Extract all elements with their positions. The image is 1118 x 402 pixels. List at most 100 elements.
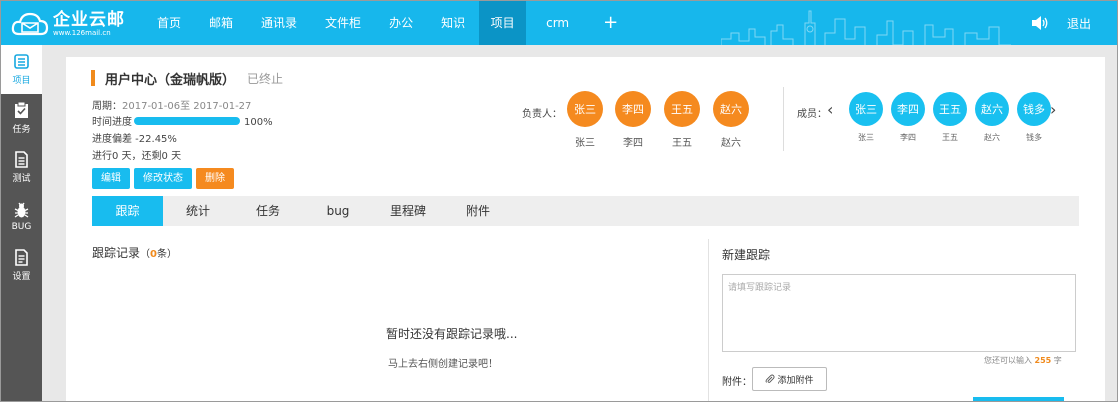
project-tabs: 跟踪 统计 任务 bug 里程碑 附件	[92, 196, 1079, 226]
owner-name: 王五	[672, 138, 692, 149]
project-icon	[14, 54, 29, 69]
nav-project[interactable]: 项目	[479, 1, 527, 45]
member-name: 王五	[942, 133, 958, 142]
member-avatar[interactable]: 李四	[891, 92, 925, 126]
owner-avatar[interactable]: 王五	[664, 91, 700, 127]
owner-name: 李四	[623, 138, 643, 149]
nav-add-button[interactable]: +	[589, 1, 632, 45]
city-skyline-decoration	[721, 10, 1011, 45]
sidebar-item-label: 测试	[12, 174, 31, 184]
nav-knowledge[interactable]: 知识	[427, 1, 479, 45]
owner-avatar[interactable]: 张三	[567, 91, 603, 127]
nav-home[interactable]: 首页	[143, 1, 195, 45]
sidebar-item-task[interactable]: 任务	[1, 94, 42, 143]
member-avatar[interactable]: 王五	[933, 92, 967, 126]
delete-button[interactable]: 删除	[196, 168, 234, 189]
nav-office[interactable]: 办公	[375, 1, 427, 45]
member-name: 张三	[858, 133, 874, 142]
count-close: 条）	[156, 249, 177, 260]
task-clipboard-icon	[15, 102, 28, 118]
top-right-controls: 退出	[1031, 1, 1091, 45]
project-days: 进行0 天，还剩0 天	[92, 151, 182, 162]
volume-icon[interactable]	[1031, 15, 1049, 31]
period-value: 2017-01-06至 2017-01-27	[122, 101, 252, 112]
sidebar-item-label: 设置	[12, 272, 31, 282]
tracking-records-title: 跟踪记录（0条）	[92, 244, 177, 261]
member-avatar[interactable]: 钱多	[1017, 92, 1051, 126]
project-period: 周期：2017-01-06至 2017-01-27	[92, 97, 251, 112]
tab-tracking[interactable]: 跟踪	[92, 196, 163, 226]
logout-link[interactable]: 退出	[1067, 15, 1091, 32]
mail-cloud-icon	[11, 12, 49, 36]
app-window: 企业云邮 www.126mail.cn 首页 邮箱 通讯录 文件柜 办公 知识 …	[0, 0, 1118, 402]
sidebar-item-label: 任务	[12, 125, 31, 135]
tracking-record-input[interactable]	[722, 274, 1076, 352]
tab-statistics[interactable]: 统计	[163, 196, 233, 226]
tab-attachments[interactable]: 附件	[443, 196, 513, 226]
member-avatar[interactable]: 张三	[849, 92, 883, 126]
char-count-hint: 您还可以输入 255 字	[984, 355, 1062, 366]
hint-suffix: 字	[1053, 356, 1062, 365]
nav-mailbox[interactable]: 邮箱	[195, 1, 247, 45]
tracking-title: 跟踪记录	[92, 246, 141, 260]
tab-milestones[interactable]: 里程碑	[373, 196, 443, 226]
title-accent-bar	[91, 70, 95, 86]
divider	[783, 87, 784, 151]
members-label: 成员：	[797, 109, 827, 120]
owner-name: 赵六	[721, 138, 741, 149]
project-progress: 时间进度 100%	[92, 113, 273, 128]
member-name: 赵六	[984, 133, 1000, 142]
count-open: （	[140, 249, 151, 260]
sidebar-item-project[interactable]: 项目	[1, 45, 42, 94]
sidebar: 项目 任务 测试 BUG 设置	[1, 45, 42, 401]
owners-label: 负责人：	[522, 109, 562, 120]
chevron-left-icon[interactable]: ‹	[827, 100, 833, 119]
attachment-label: 附件：	[722, 377, 752, 388]
logo[interactable]: 企业云邮 www.126mail.cn	[11, 7, 125, 41]
owner-name: 张三	[575, 138, 595, 149]
add-attachment-label: 添加附件	[777, 375, 814, 386]
bug-icon	[14, 202, 29, 218]
app-name: 企业云邮	[53, 9, 125, 30]
edit-button[interactable]: 编辑	[92, 168, 130, 189]
progress-value: 100%	[244, 117, 273, 128]
add-attachment-button[interactable]: 添加附件	[752, 367, 827, 391]
empty-state-subtitle: 马上去右侧创建记录吧！	[388, 359, 498, 370]
tracking-count: 0	[150, 249, 157, 260]
progress-bar	[134, 117, 240, 125]
owner-avatar[interactable]: 赵六	[713, 91, 749, 127]
progress-label: 时间进度	[92, 117, 132, 128]
nav-file-cabinet[interactable]: 文件柜	[311, 1, 375, 45]
nav-crm[interactable]: crm	[526, 1, 589, 45]
project-title: 用户中心（金瑞帆版）	[105, 72, 236, 88]
member-name: 钱多	[1026, 133, 1042, 142]
empty-state-title: 暂时还没有跟踪记录哦...	[386, 327, 518, 341]
tab-tasks[interactable]: 任务	[233, 196, 303, 226]
period-label: 周期：	[92, 101, 122, 112]
paperclip-icon	[766, 374, 776, 383]
divider	[708, 239, 709, 401]
project-actions: 编辑 修改状态 删除	[92, 168, 238, 189]
settings-document-icon	[15, 249, 28, 266]
progress-deviation: 进度偏差 -22.45%	[92, 134, 177, 145]
app-url: www.126mail.cn	[53, 28, 111, 37]
member-avatar[interactable]: 赵六	[975, 92, 1009, 126]
sidebar-item-label: BUG	[11, 221, 32, 232]
sidebar-item-settings[interactable]: 设置	[1, 241, 42, 290]
submit-button[interactable]	[973, 397, 1064, 401]
sidebar-item-label: 项目	[12, 76, 31, 86]
project-status: 已终止	[247, 71, 284, 86]
member-name: 李四	[900, 133, 916, 142]
tab-bug[interactable]: bug	[303, 196, 373, 226]
change-status-button[interactable]: 修改状态	[134, 168, 192, 189]
top-bar: 企业云邮 www.126mail.cn 首页 邮箱 通讯录 文件柜 办公 知识 …	[1, 1, 1117, 45]
sidebar-item-bug[interactable]: BUG	[1, 192, 42, 241]
hint-count: 255	[1034, 356, 1052, 365]
project-title-row: 用户中心（金瑞帆版） 已终止	[91, 70, 284, 88]
hint-prefix: 您还可以输入	[984, 356, 1032, 365]
sidebar-item-test[interactable]: 测试	[1, 143, 42, 192]
chevron-right-icon[interactable]: ›	[1050, 100, 1056, 119]
nav-contacts[interactable]: 通讯录	[247, 1, 311, 45]
new-tracking-title: 新建跟踪	[722, 248, 771, 262]
owner-avatar[interactable]: 李四	[615, 91, 651, 127]
